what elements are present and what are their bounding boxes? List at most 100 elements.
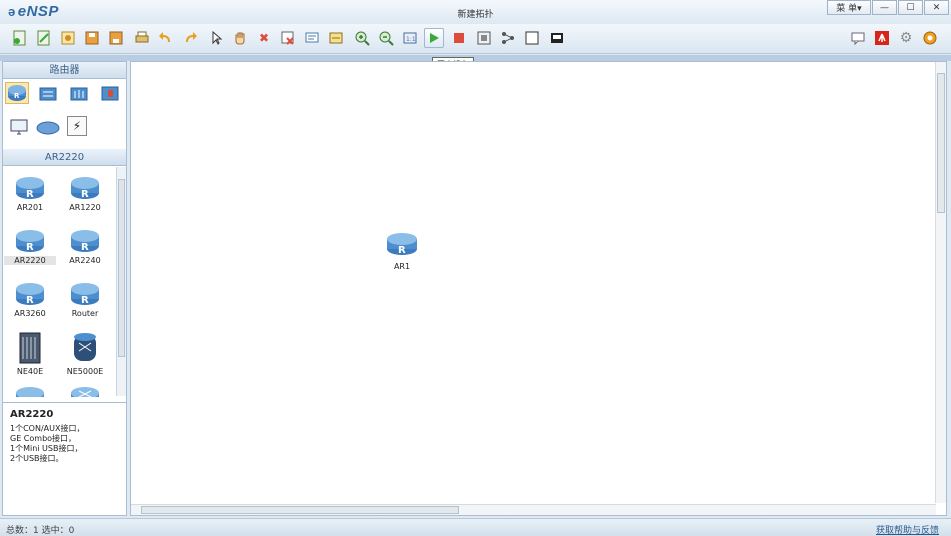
topology-icon xyxy=(502,32,514,44)
undo-button[interactable] xyxy=(156,28,176,48)
save-as-icon xyxy=(109,31,123,45)
canvas-horizontal-scrollbar[interactable] xyxy=(131,504,936,515)
new-topology-button[interactable] xyxy=(10,28,30,48)
wireless-category-icon xyxy=(70,87,88,101)
stop-device-icon xyxy=(454,33,464,43)
window-controls: 菜 单▾ — ☐ ✕ xyxy=(826,0,949,16)
settings-icon: ⚙ xyxy=(899,30,913,46)
add-note-button[interactable] xyxy=(302,28,322,48)
delete-button[interactable]: ✖ xyxy=(254,28,274,48)
settings-button[interactable]: ⚙ xyxy=(896,28,916,48)
menu-button[interactable]: 菜 单▾ xyxy=(827,0,871,15)
ne40e-icon xyxy=(19,332,41,364)
open-button[interactable] xyxy=(58,28,78,48)
minimize-button[interactable]: — xyxy=(872,0,897,15)
router-icon: R xyxy=(71,283,99,306)
huawei-icon xyxy=(875,31,889,45)
category-switch[interactable] xyxy=(36,82,60,104)
device-ar2240[interactable]: R AR2240 xyxy=(59,222,111,272)
frame-button[interactable] xyxy=(522,28,542,48)
help-feedback-link[interactable]: 获取帮助与反馈 xyxy=(876,523,939,536)
vertical-scroll-thumb[interactable] xyxy=(937,73,945,213)
help-button[interactable] xyxy=(920,28,940,48)
category-wireless[interactable] xyxy=(67,82,91,104)
add-rectangle-button[interactable] xyxy=(326,28,346,48)
save-as-button[interactable] xyxy=(106,28,126,48)
select-button[interactable] xyxy=(206,28,226,48)
redo-button[interactable] xyxy=(180,28,200,48)
device-ne5000e[interactable]: NE5000E xyxy=(59,327,111,377)
zoom-out-button[interactable] xyxy=(376,28,396,48)
device-ne40e[interactable]: NE40E xyxy=(4,327,56,377)
device-partial-2[interactable] xyxy=(59,379,111,397)
status-bar: 总数：1 选中：0 获取帮助与反馈 xyxy=(0,518,951,536)
device-list: R AR201 R AR1220 R AR2220 R AR2240 R AR3260 R… xyxy=(3,167,117,397)
category-router[interactable]: R xyxy=(5,82,29,104)
cloud-category-icon xyxy=(36,121,60,135)
frame-icon xyxy=(525,31,539,45)
ne5000e-icon xyxy=(74,333,96,361)
capture-icon xyxy=(477,31,491,45)
redo-icon xyxy=(186,32,197,42)
router-icon: R xyxy=(387,233,417,256)
category-firewall[interactable] xyxy=(98,82,122,104)
chat-button[interactable] xyxy=(848,28,868,48)
window-title: 新建拓扑 xyxy=(457,10,494,20)
print-button[interactable] xyxy=(132,28,152,48)
firewall-category-icon xyxy=(101,86,119,101)
screenshot-icon xyxy=(551,33,563,43)
canvas-vertical-scrollbar[interactable] xyxy=(935,62,946,503)
huawei-button[interactable] xyxy=(872,28,892,48)
device-router[interactable]: R Router xyxy=(59,275,111,325)
router-category-icon: R xyxy=(8,85,26,101)
device-list-scrollbar[interactable] xyxy=(116,167,126,396)
capture-button[interactable] xyxy=(474,28,494,48)
category-pc[interactable] xyxy=(7,116,31,138)
svg-text:1:1: 1:1 xyxy=(406,36,416,43)
category-cloud[interactable] xyxy=(36,116,60,138)
device-partial-1[interactable] xyxy=(4,379,56,397)
add-rectangle-icon xyxy=(329,32,343,44)
title-bar: ǝ eNSP 新建拓扑 菜 单▾ — ☐ ✕ xyxy=(0,0,951,24)
device-list-scroll-thumb[interactable] xyxy=(118,179,125,357)
description-lines: 1个CON/AUX接口， GE Combo接口， 1个Mini USB接口， 2… xyxy=(10,424,119,464)
device-ar1220[interactable]: R AR1220 xyxy=(59,169,111,219)
device-panel: 路由器 R ⚡ AR2220 R AR201 R AR1220 R AR2220 RA… xyxy=(2,61,127,516)
new-template-button[interactable] xyxy=(34,28,54,48)
category-link[interactable]: ⚡ xyxy=(67,116,87,136)
zoom-in-icon xyxy=(355,31,370,46)
pan-hand-icon xyxy=(235,32,245,45)
maximize-button[interactable]: ☐ xyxy=(898,0,923,15)
chat-icon xyxy=(851,32,865,46)
open-icon xyxy=(61,31,75,45)
new-template-icon xyxy=(37,30,50,46)
description-line: 1个CON/AUX接口， xyxy=(10,424,85,433)
device-ar2220[interactable]: R AR2220 xyxy=(4,222,56,272)
close-button[interactable]: ✕ xyxy=(924,0,949,15)
topology-canvas[interactable]: R AR1 xyxy=(130,61,947,516)
screenshot-button[interactable] xyxy=(547,28,567,48)
zoom-in-button[interactable] xyxy=(352,28,372,48)
delete-icon: ✖ xyxy=(258,31,270,45)
delete-link-button[interactable] xyxy=(278,28,298,48)
model-header: AR2220 xyxy=(3,149,126,166)
fit-window-button[interactable]: 1:1 xyxy=(400,28,420,48)
node-label: AR1 xyxy=(393,262,411,271)
stop-device-button[interactable] xyxy=(449,28,469,48)
save-button[interactable] xyxy=(82,28,102,48)
save-icon xyxy=(85,31,99,45)
router-icon: R xyxy=(16,283,44,306)
pan-button[interactable] xyxy=(230,28,250,48)
router-icon xyxy=(16,387,44,397)
delete-link-icon xyxy=(281,31,294,45)
horizontal-scroll-thumb[interactable] xyxy=(141,506,459,514)
start-device-button[interactable] xyxy=(424,28,444,48)
svg-text:R: R xyxy=(26,189,34,200)
topology-button[interactable] xyxy=(498,28,518,48)
toolbar: ✖ 1:1 ⚙ xyxy=(0,24,951,54)
device-ar201[interactable]: R AR201 xyxy=(4,169,56,219)
description-title: AR2220 xyxy=(10,409,54,420)
device-ar3260[interactable]: R AR3260 xyxy=(4,275,56,325)
node-ar1[interactable]: R AR1 xyxy=(384,228,420,271)
description-line: 1个Mini USB接口， xyxy=(10,444,83,453)
